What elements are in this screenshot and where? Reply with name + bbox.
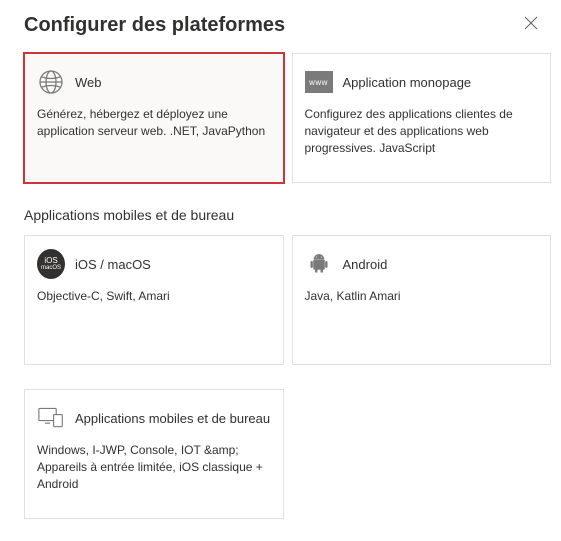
- android-card[interactable]: Android Java, Katlin Amari: [292, 235, 552, 365]
- card-desc: Configurez des applications clientes de …: [305, 106, 539, 156]
- monitor-icon: [37, 404, 65, 432]
- card-title: Application monopage: [343, 75, 472, 90]
- ios-macos-card[interactable]: iOSmacOS iOS / macOS Objective-C, Swift,…: [24, 235, 284, 365]
- card-title: iOS / macOS: [75, 257, 151, 272]
- ios-icon: iOSmacOS: [37, 250, 65, 278]
- card-title: Applications mobiles et de bureau: [75, 411, 270, 426]
- card-desc: Java, Katlin Amari: [305, 288, 539, 305]
- close-icon: [524, 16, 538, 33]
- card-desc: Objective-C, Swift, Amari: [37, 288, 271, 305]
- section-mobile-desktop-title: Applications mobiles et de bureau: [24, 207, 551, 223]
- panel-title: Configurer des plateformes: [24, 14, 285, 37]
- web-platform-card[interactable]: Web Générez, hébergez et déployez une ap…: [24, 53, 284, 183]
- globe-icon: [37, 68, 65, 96]
- android-icon: [305, 250, 333, 278]
- www-icon: www: [305, 68, 333, 96]
- card-title: Web: [75, 75, 102, 90]
- card-title: Android: [343, 257, 388, 272]
- card-desc: Générez, hébergez et déployez une applic…: [37, 106, 271, 140]
- card-desc: Windows, I-JWP, Console, IOT &amp; Appar…: [37, 442, 271, 492]
- platforms-scroll[interactable]: Web Générez, hébergez et déployez une ap…: [0, 45, 561, 541]
- close-button[interactable]: [521, 14, 541, 34]
- spa-platform-card[interactable]: www Application monopage Configurez des …: [292, 53, 552, 183]
- mobile-desktop-card[interactable]: Applications mobiles et de bureau Window…: [24, 389, 284, 519]
